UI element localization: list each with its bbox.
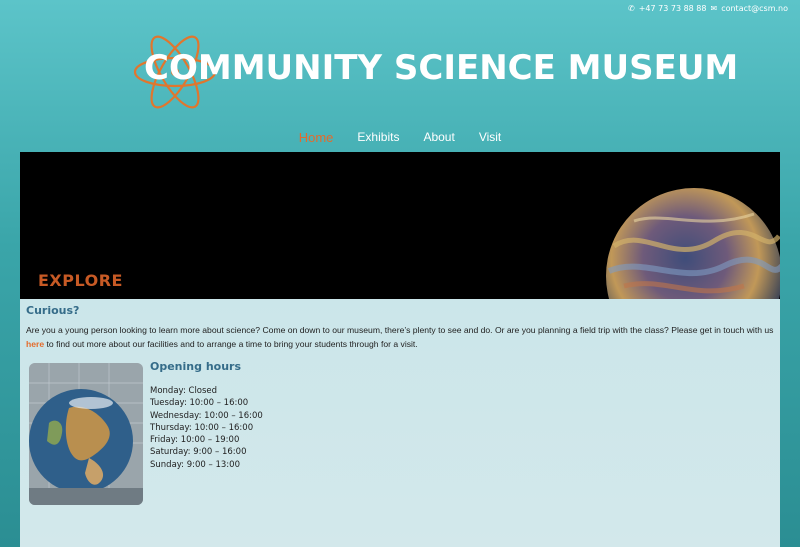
nav-about[interactable]: About <box>423 130 454 145</box>
hero-banner: EXPLORE <box>20 152 780 299</box>
intro-text-start: Are you a young person looking to learn … <box>26 325 774 335</box>
phone-number[interactable]: +47 73 73 88 88 <box>639 4 707 13</box>
section-heading: Curious? <box>26 304 80 317</box>
phone-icon: ✆ <box>628 4 635 13</box>
contact-link[interactable]: here <box>26 339 44 349</box>
intro-text: Are you a young person looking to learn … <box>26 323 776 351</box>
nav-home[interactable]: Home <box>299 130 334 145</box>
intro-text-end: to find out more about our facilities an… <box>44 339 418 349</box>
email-address[interactable]: contact@csm.no <box>721 4 788 13</box>
hours-friday: Friday: 10:00 – 19:00 <box>150 435 240 446</box>
envelope-icon: ✉ <box>710 4 718 13</box>
opening-hours-title: Opening hours <box>150 360 242 373</box>
hero-title: EXPLORE <box>38 271 123 290</box>
nav-exhibits[interactable]: Exhibits <box>357 130 399 145</box>
contact-bar: ✆ +47 73 73 88 88 ✉ contact@csm.no <box>628 4 788 13</box>
nav-visit[interactable]: Visit <box>479 130 501 145</box>
site-logo[interactable]: COMMUNITY SCIENCE MUSEUM <box>132 20 738 120</box>
hours-thursday: Thursday: 10:00 – 16:00 <box>150 422 254 433</box>
opening-hours-list: Monday: Closed Tuesday: 10:00 – 16:00 We… <box>150 385 263 471</box>
hours-sunday: Sunday: 9:00 – 13:00 <box>150 459 240 470</box>
globe-photo <box>29 363 143 505</box>
logo-text: COMMUNITY SCIENCE MUSEUM <box>144 48 739 88</box>
hours-monday: Monday: Closed <box>150 386 218 396</box>
main-nav: Home Exhibits About Visit <box>0 130 800 145</box>
hours-saturday: Saturday: 9:00 – 16:00 <box>150 447 247 458</box>
hours-tuesday: Tuesday: 10:00 – 16:00 <box>150 398 249 409</box>
hours-wednesday: Wednesday: 10:00 – 16:00 <box>150 410 263 421</box>
globe-image <box>29 363 143 505</box>
planet-image <box>606 188 780 299</box>
main-content: Curious? Are you a young person looking … <box>20 299 780 547</box>
